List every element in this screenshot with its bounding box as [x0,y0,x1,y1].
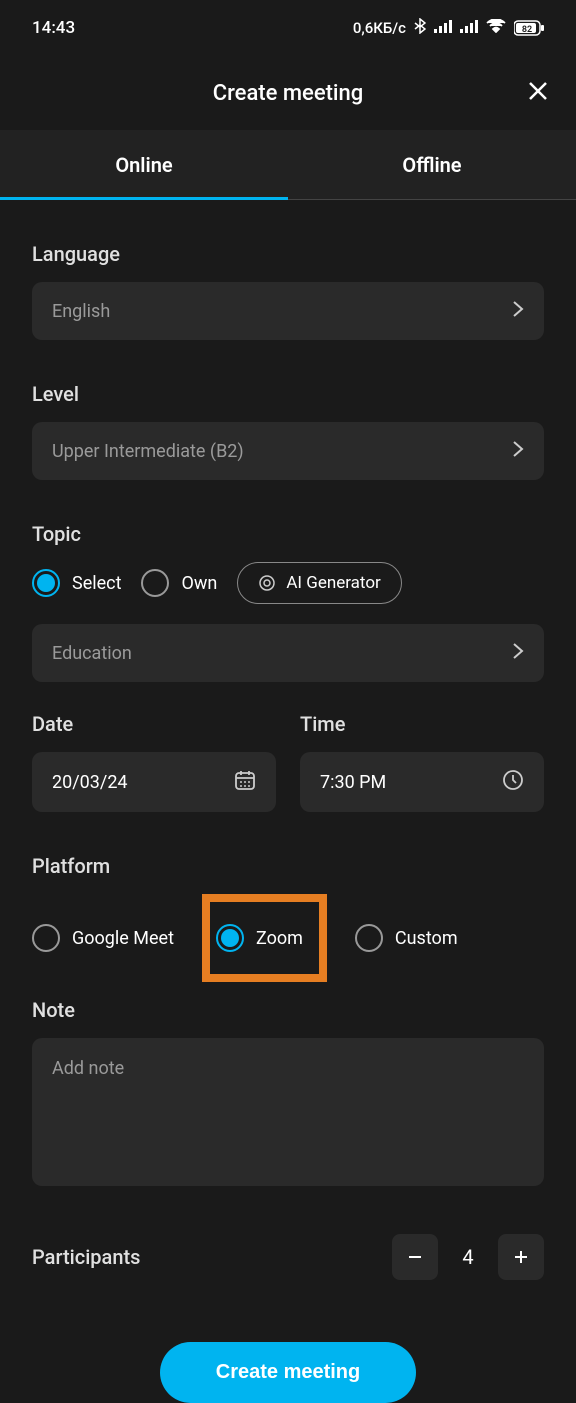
ai-generator-button[interactable]: AI Generator [237,562,401,604]
clock-icon [502,769,524,795]
svg-text:82: 82 [522,25,532,35]
chevron-right-icon [512,439,524,463]
minus-icon [406,1248,424,1266]
level-value: Upper Intermediate (B2) [52,441,244,462]
date-label: Date [32,712,276,736]
date-value: 20/03/24 [52,772,128,793]
ai-generator-label: AI Generator [286,573,380,593]
increment-button[interactable] [498,1234,544,1280]
bluetooth-icon [414,18,426,38]
tabs: Online Offline [0,130,576,200]
time-input[interactable]: 7:30 PM [300,752,544,812]
header: Create meeting [0,56,576,130]
plus-icon [512,1248,530,1266]
platform-label: Platform [32,854,544,878]
radio-selected-icon [216,924,244,952]
platform-zoom-label: Zoom [256,928,303,949]
signal-icon-2 [460,19,478,37]
calendar-icon [234,769,256,795]
note-label: Note [32,998,544,1022]
topic-options: Select Own AI Generator [32,562,544,604]
chevron-right-icon [512,641,524,665]
status-indicators: 0,6КБ/с 82 [353,18,544,38]
network-speed: 0,6КБ/с [353,19,406,37]
status-bar: 14:43 0,6КБ/с 82 [0,0,576,56]
topic-own-label: Own [181,573,217,594]
tab-online[interactable]: Online [0,130,288,199]
level-label: Level [32,382,544,406]
radio-unselected-icon [32,924,60,952]
participants-stepper: 4 [392,1234,544,1280]
time-value: 7:30 PM [320,772,386,793]
language-value: English [52,301,110,322]
chevron-right-icon [512,299,524,323]
language-label: Language [32,242,544,266]
platform-custom-label: Custom [395,928,458,949]
wifi-icon [486,19,506,37]
create-meeting-button[interactable]: Create meeting [160,1342,417,1403]
radio-selected-icon [32,569,60,597]
platform-google-option[interactable]: Google Meet [32,924,174,952]
battery-icon: 82 [514,20,544,36]
topic-own-option[interactable]: Own [141,569,217,597]
participants-label: Participants [32,1245,140,1269]
time-label: Time [300,712,544,736]
note-placeholder: Add note [52,1058,124,1079]
topic-select[interactable]: Education [32,624,544,682]
date-input[interactable]: 20/03/24 [32,752,276,812]
language-select[interactable]: English [32,282,544,340]
topic-label: Topic [32,522,544,546]
participants-row: Participants 4 [32,1234,544,1280]
page-title: Create meeting [213,81,364,106]
platform-google-label: Google Meet [72,928,174,949]
status-time: 14:43 [32,18,75,38]
radio-unselected-icon [355,924,383,952]
platform-zoom-option[interactable]: Zoom [216,924,303,952]
highlight-annotation: Zoom [202,894,327,982]
platform-custom-option[interactable]: Custom [355,924,458,952]
topic-value: Education [52,643,132,664]
tab-offline[interactable]: Offline [288,130,576,199]
close-button[interactable] [528,78,548,108]
radio-unselected-icon [141,569,169,597]
decrement-button[interactable] [392,1234,438,1280]
platform-options: Google Meet Zoom Custom [32,894,544,982]
participants-value: 4 [458,1245,478,1269]
topic-select-label: Select [72,573,121,594]
signal-icon [434,19,452,37]
ai-icon [258,574,276,592]
note-input[interactable]: Add note [32,1038,544,1186]
topic-select-option[interactable]: Select [32,569,121,597]
level-select[interactable]: Upper Intermediate (B2) [32,422,544,480]
